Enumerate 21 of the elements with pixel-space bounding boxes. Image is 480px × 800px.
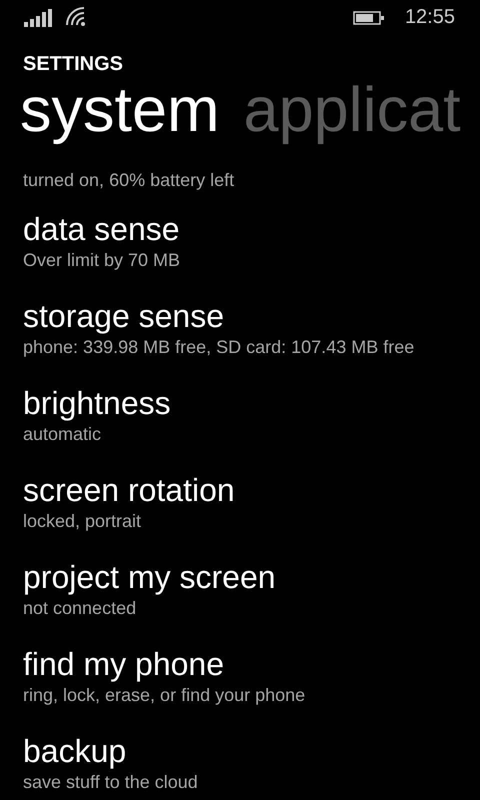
setting-title[interactable]: project my screen [23, 558, 276, 596]
setting-title[interactable]: backup [23, 732, 126, 770]
setting-status: turned on, 60% battery left [23, 169, 234, 192]
pivot-tab[interactable]: system [20, 75, 220, 145]
setting-title[interactable]: find my phone [23, 645, 224, 683]
setting-status: Over limit by 70 MB [23, 249, 180, 272]
signal-icon [24, 8, 54, 26]
setting-status: ring, lock, erase, or find your phone [23, 684, 306, 707]
setting-status: not connected [23, 597, 136, 620]
battery-icon [352, 10, 385, 24]
page-title: SETTINGS [23, 52, 124, 76]
setting-status: locked, portrait [23, 510, 142, 533]
setting-status: phone: 339.98 MB free, SD card: 107.43 MB free [23, 336, 414, 359]
wifi-icon [66, 7, 86, 26]
setting-title[interactable]: data sense [23, 210, 180, 248]
setting-status: automatic [23, 423, 102, 446]
clock-time: 12:55 [404, 6, 455, 29]
setting-title[interactable]: screen rotation [23, 471, 235, 509]
setting-status: save stuff to the cloud [23, 771, 198, 794]
setting-title[interactable]: storage sense [23, 297, 224, 335]
setting-title[interactable]: brightness [23, 384, 171, 422]
